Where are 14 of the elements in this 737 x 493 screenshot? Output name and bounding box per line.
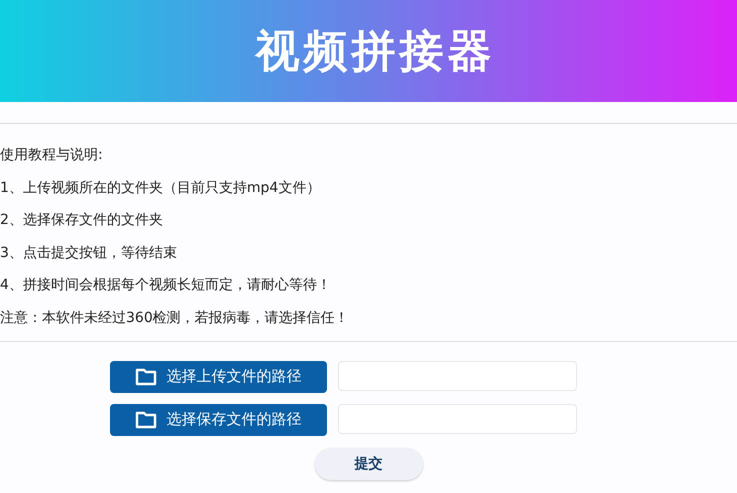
folder-icon [134, 410, 156, 429]
choose-path-button[interactable]: 选择上传文件的路径 [110, 360, 326, 393]
instruction-line: 3、点击提交按钮，等待结束 [0, 244, 178, 263]
path-field[interactable] [338, 360, 576, 391]
instruction-line: 2、选择保存文件的文件夹 [0, 211, 164, 230]
instruction-line: 4、拼接时间会根据每个视频长短而定，请耐心等待！ [0, 276, 332, 296]
submit-button[interactable]: 提交 [314, 448, 422, 480]
instruction-line: 注意：本软件未经过360检测，若报病毒，请选择信任！ [0, 308, 350, 328]
choose-path-button[interactable]: 选择保存文件的路径 [110, 404, 326, 436]
instruction-line: 1、上传视频所在的文件夹（目前只支持mp4文件） [0, 178, 322, 198]
folder-icon [134, 368, 156, 386]
app-title: 视频拼接器 [254, 24, 496, 78]
path-field[interactable] [338, 404, 576, 434]
instruction-line: 使用教程与说明: [0, 146, 104, 165]
